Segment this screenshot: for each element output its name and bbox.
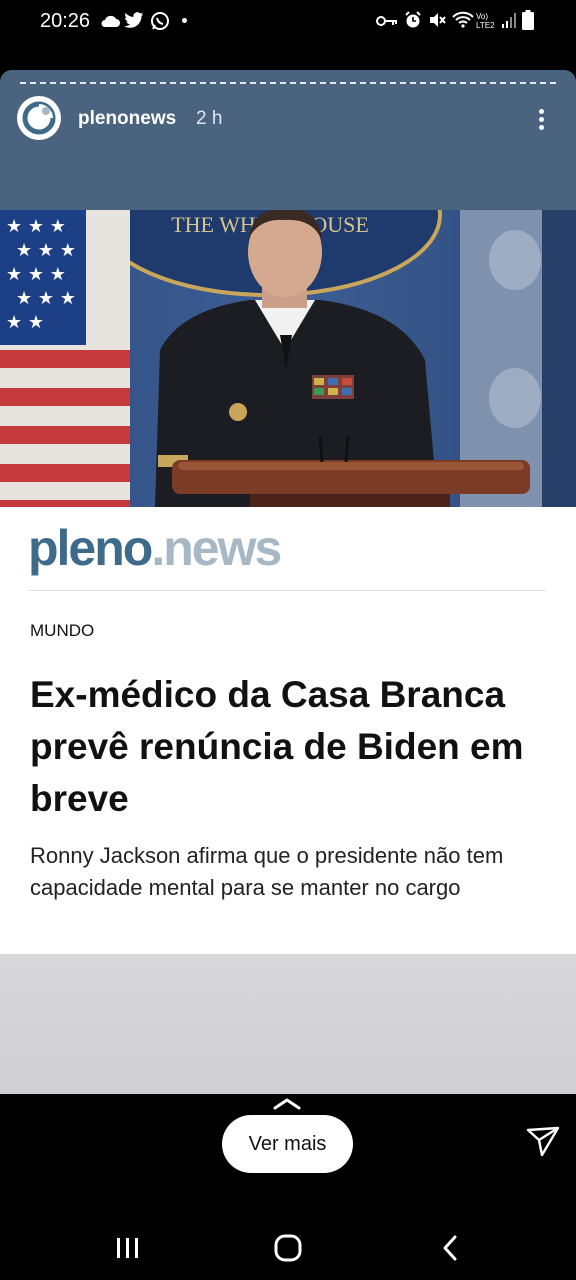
article-category: MUNDO [30, 621, 95, 640]
status-time: 20:26 [40, 10, 91, 32]
article-card[interactable]: pleno.news MUNDO Ex-médico da Casa Branc… [0, 507, 576, 954]
svg-text:Vo): Vo) [476, 12, 488, 21]
back-icon[interactable] [440, 1234, 460, 1262]
home-icon[interactable] [274, 1234, 302, 1262]
twitter-icon [124, 12, 143, 28]
story-time-ago: 2 h [196, 108, 223, 129]
notification-dot-icon [182, 18, 187, 23]
logo-part-pleno: pleno [28, 520, 153, 576]
recent-apps-icon[interactable] [114, 1236, 142, 1260]
svg-text:★ ★ ★: ★ ★ ★ [16, 240, 76, 261]
story-progress-bar [20, 82, 556, 84]
story-username[interactable]: plenonews [78, 108, 176, 130]
article-subtitle: Ronny Jackson afirma que o presidente nã… [30, 843, 504, 900]
svg-text:LTE2: LTE2 [476, 21, 495, 30]
lte-signal-icon: Vo) LTE2 [476, 12, 495, 30]
signal-icon [502, 13, 516, 28]
status-bar: 20:26 Vo) LTE2 [0, 0, 576, 44]
article-headline: Ex-médico da Casa Branca prevê renúncia … [30, 674, 524, 819]
svg-text:★ ★ ★: ★ ★ ★ [6, 264, 66, 285]
pleno-news-logo: pleno.news [28, 519, 282, 577]
svg-text:★ ★ ★: ★ ★ ★ [16, 288, 76, 309]
card-footer-area [0, 954, 576, 1094]
article-photo: THE WHITE HOUSE ★ ★ ★ ★ ★ ★ ★ ★ ★ ★ ★ ★ … [0, 210, 576, 507]
send-icon[interactable] [526, 1124, 560, 1158]
svg-text:★ ★ ★: ★ ★ ★ [6, 216, 66, 237]
divider [28, 590, 546, 591]
logo-part-news: .news [151, 520, 282, 576]
see-more-button[interactable]: Ver mais [222, 1115, 353, 1173]
wifi-icon [452, 11, 474, 28]
svg-text:★ ★: ★ ★ [6, 312, 44, 333]
chevron-up-icon[interactable] [272, 1096, 302, 1110]
battery-icon [522, 10, 534, 30]
mute-icon [430, 13, 446, 27]
more-options-icon[interactable] [528, 102, 556, 138]
story-card[interactable]: plenonews 2 h THE WHITE HOUSE [0, 70, 576, 1094]
alarm-icon [405, 11, 421, 28]
whatsapp-icon [151, 12, 169, 30]
plenonews-logo-icon [19, 98, 59, 138]
avatar[interactable] [17, 96, 61, 140]
cloud-icon [101, 15, 120, 27]
vpn-key-icon [376, 16, 397, 26]
